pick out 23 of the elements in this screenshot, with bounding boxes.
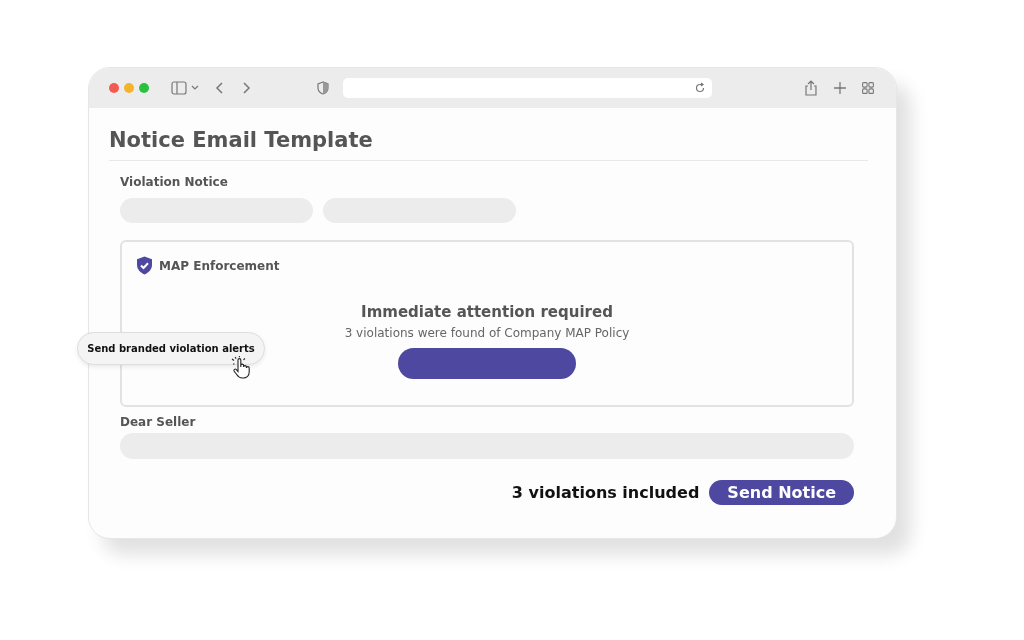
violations-summary: 3 violations included — [511, 483, 700, 502]
maximize-button[interactable] — [139, 83, 149, 93]
address-field[interactable] — [342, 78, 713, 98]
forward-icon[interactable] — [240, 81, 251, 95]
card-message: 3 violations were found of Company MAP Policy — [344, 326, 630, 340]
brand-name: MAP Enforcement — [159, 258, 280, 273]
sidebar-icon[interactable] — [171, 81, 199, 95]
plus-icon[interactable] — [834, 82, 847, 94]
close-button[interactable] — [109, 83, 119, 93]
call-to-action-button[interactable] — [398, 348, 576, 379]
grid-icon[interactable] — [862, 82, 874, 94]
page-title: Notice Email Template — [109, 128, 868, 161]
shield-check-icon — [136, 256, 153, 275]
reload-icon[interactable] — [694, 82, 707, 94]
tooltip: Send branded violation alerts — [77, 332, 265, 365]
card-heading: Immediate attention required — [361, 303, 613, 321]
section-label: Violation Notice — [120, 175, 229, 189]
shield-icon[interactable] — [316, 81, 329, 95]
send-notice-button[interactable]: Send Notice — [709, 480, 854, 505]
greeting-label: Dear Seller — [120, 415, 197, 429]
pointer-hand-icon — [230, 356, 252, 380]
share-icon[interactable] — [804, 80, 819, 96]
back-icon[interactable] — [214, 81, 225, 95]
